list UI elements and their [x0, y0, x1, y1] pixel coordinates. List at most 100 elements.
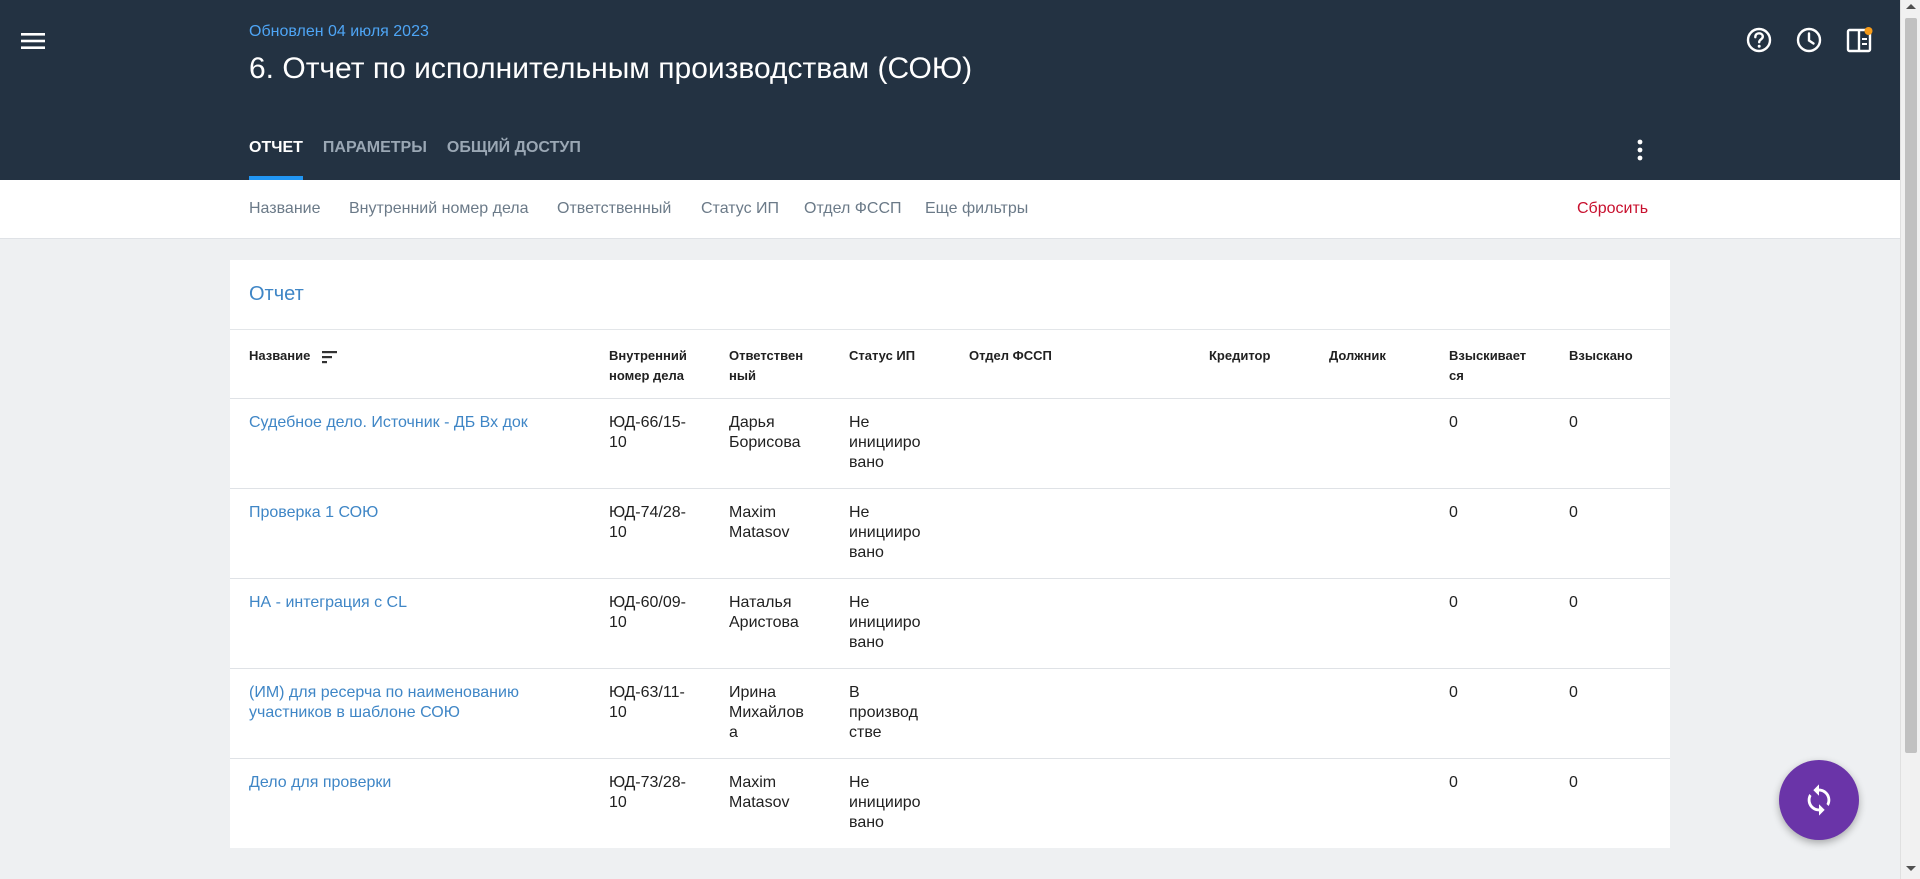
- case-name-link[interactable]: Судебное дело. Источник - ДБ Вх док: [249, 413, 528, 433]
- header-line: ный: [729, 368, 756, 383]
- help-icon[interactable]: [1744, 25, 1774, 55]
- header-line: Ответствен: [729, 348, 804, 363]
- to-collect-cell: 0: [1449, 684, 1458, 701]
- cell-line: участников в шаблоне СОЮ: [249, 704, 460, 721]
- filter-responsible[interactable]: Ответственный: [557, 200, 671, 218]
- filter-name[interactable]: Название: [249, 200, 321, 218]
- report-card: Отчет Название Внутренний номер дела Отв…: [230, 260, 1670, 848]
- tab-sharing[interactable]: Общий доступ: [447, 130, 581, 180]
- to-collect-cell: 0: [1449, 414, 1458, 431]
- column-header-creditor[interactable]: Кредитор: [1209, 346, 1270, 366]
- app-header: Обновлен 04 июля 2023 6. Отчет по исполн…: [0, 0, 1900, 180]
- cell-line: стве: [849, 724, 882, 741]
- column-header-department[interactable]: Отдел ФССП: [969, 346, 1052, 366]
- cell-line: Проверка 1 СОЮ: [249, 504, 379, 521]
- column-header-number[interactable]: Внутренний номер дела: [609, 346, 687, 386]
- cell-line: а: [729, 724, 738, 741]
- case-name-link[interactable]: НА - интеграция с CL: [249, 593, 407, 613]
- cell-line: иницииро: [849, 614, 921, 631]
- header-line: номер дела: [609, 368, 684, 383]
- column-header-collected[interactable]: Взыскано: [1569, 346, 1633, 366]
- collected-cell: 0: [1569, 774, 1578, 791]
- cell-line: Maxim: [729, 504, 777, 521]
- to-collect-cell: 0: [1449, 504, 1458, 521]
- cell-line: 10: [609, 704, 627, 721]
- internal-number-cell: ЮД-63/11- 10: [609, 683, 685, 723]
- internal-number-cell: ЮД-74/28- 10: [609, 503, 686, 543]
- refresh-button[interactable]: [1779, 760, 1859, 840]
- menu-icon[interactable]: [16, 24, 50, 58]
- filter-status[interactable]: Статус ИП: [701, 200, 779, 218]
- header-line: Взыскивает: [1449, 348, 1527, 363]
- page-scrollbar[interactable]: [1900, 0, 1920, 879]
- responsible-cell: Maxim Matasov: [729, 503, 789, 543]
- internal-number-cell: ЮД-73/28- 10: [609, 773, 686, 813]
- cell-line: ЮД-66/15-: [609, 414, 686, 431]
- scroll-down-arrow[interactable]: [1906, 866, 1916, 871]
- cell-line: иницииро: [849, 524, 921, 541]
- cell-line: 10: [609, 794, 627, 811]
- responsible-cell: Дарья Борисова: [729, 413, 801, 453]
- tab-parameters[interactable]: Параметры: [323, 130, 427, 180]
- status-cell: Не иницииро вано: [849, 413, 921, 473]
- cell-line: вано: [849, 544, 884, 561]
- responsible-cell: Ирина Михайлов а: [729, 683, 804, 743]
- reset-filters-button[interactable]: Сбросить: [1577, 200, 1648, 218]
- cell-line: Не: [849, 504, 870, 521]
- column-header-to-collect[interactable]: Взыскивает ся: [1449, 346, 1526, 386]
- cell-line: Maxim: [729, 774, 777, 791]
- report-title: Отчет: [249, 283, 304, 305]
- cell-line: производ: [849, 704, 918, 721]
- filter-department[interactable]: Отдел ФССП: [804, 200, 902, 218]
- cell-line: ЮД-74/28-: [609, 504, 686, 521]
- cell-line: иницииро: [849, 434, 921, 451]
- status-cell: Не иницииро вано: [849, 593, 921, 653]
- cell-line: Matasov: [729, 524, 790, 541]
- column-header-responsible[interactable]: Ответствен ный: [729, 346, 803, 386]
- collected-cell: 0: [1569, 594, 1578, 611]
- filter-bar: Название Внутренний номер дела Ответстве…: [0, 180, 1900, 239]
- cell-line: НА - интеграция с CL: [249, 594, 408, 611]
- cell-line: Matasov: [729, 794, 790, 811]
- status-cell: Не иницииро вано: [849, 503, 921, 563]
- cell-line: вано: [849, 454, 884, 471]
- notification-dot: [1864, 27, 1873, 35]
- scroll-up-arrow[interactable]: [1906, 4, 1916, 9]
- cell-line: Дело для проверки: [249, 774, 392, 791]
- panel-icon[interactable]: [1844, 25, 1874, 55]
- column-header-name[interactable]: Название: [249, 346, 338, 366]
- case-name-link[interactable]: Дело для проверки: [249, 773, 391, 793]
- filter-internal-number[interactable]: Внутренний номер дела: [349, 200, 529, 218]
- scroll-thumb[interactable]: [1905, 18, 1917, 753]
- divider: [230, 329, 1670, 330]
- collected-cell: 0: [1569, 684, 1578, 701]
- cell-line: Не: [849, 414, 870, 431]
- collected-cell: 0: [1569, 504, 1578, 521]
- cell-line: Борисова: [729, 434, 801, 451]
- internal-number-cell: ЮД-60/09- 10: [609, 593, 686, 633]
- cell-line: 10: [609, 614, 627, 631]
- cell-line: Аристова: [729, 614, 799, 631]
- case-name-link[interactable]: Проверка 1 СОЮ: [249, 503, 378, 523]
- filter-more[interactable]: Еще фильтры: [925, 200, 1028, 218]
- history-icon[interactable]: [1794, 25, 1824, 55]
- table-row: (ИМ) для ресерча по наименованию участник…: [230, 668, 1670, 758]
- more-options-icon[interactable]: [1625, 135, 1655, 165]
- responsible-cell: Наталья Аристова: [729, 593, 799, 633]
- cell-line: Судебное дело. Источник - ДБ Вх док: [249, 414, 528, 431]
- case-name-link[interactable]: (ИМ) для ресерча по наименованию участник…: [249, 683, 519, 723]
- cell-line: Не: [849, 594, 870, 611]
- cell-line: иницииро: [849, 794, 921, 811]
- cell-line: В: [849, 684, 860, 701]
- table-row: Проверка 1 СОЮ ЮД-74/28- 10 Maxim Matasov …: [230, 488, 1670, 578]
- sync-icon: [1807, 784, 1831, 816]
- sort-icon[interactable]: [322, 350, 338, 364]
- header-line: ся: [1449, 368, 1464, 383]
- cell-line: Не: [849, 774, 870, 791]
- report-tabs: Отчет Параметры Общий доступ: [249, 130, 601, 180]
- tab-report[interactable]: Отчет: [249, 130, 303, 180]
- cell-line: ЮД-73/28-: [609, 774, 686, 791]
- status-cell: Впроизвод стве: [849, 683, 918, 743]
- column-header-status[interactable]: Статус ИП: [849, 346, 915, 366]
- column-header-debtor[interactable]: Должник: [1329, 346, 1386, 366]
